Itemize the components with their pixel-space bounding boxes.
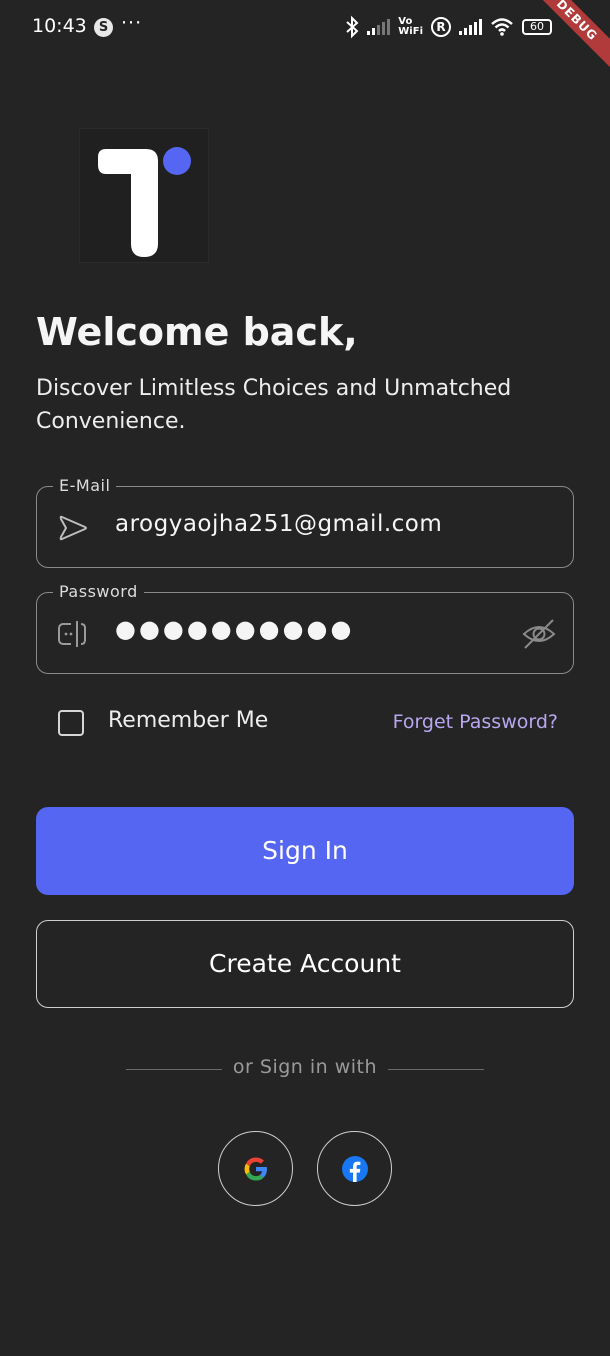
divider-line-right — [388, 1069, 484, 1070]
roaming-icon: R — [431, 17, 451, 37]
google-sign-in-button[interactable] — [218, 1131, 293, 1206]
password-field[interactable]: Password ●●●●●●●●●● — [36, 582, 574, 674]
logo-icon — [98, 147, 191, 257]
email-label: E-Mail — [53, 476, 117, 495]
bluetooth-icon — [346, 15, 359, 39]
password-value: ●●●●●●●●●● — [115, 615, 355, 643]
status-app-icon: S — [94, 18, 113, 37]
status-time: 10:43 — [32, 15, 87, 37]
create-account-button[interactable]: Create Account — [36, 920, 574, 1008]
app-logo — [79, 128, 209, 263]
status-bar: 10:43 S ··· Vo WiFi R 60 DEBUG — [0, 0, 610, 74]
vowifi-icon: Vo WiFi — [398, 16, 423, 37]
remember-me-label[interactable]: Remember Me — [108, 708, 268, 733]
divider-text: or Sign in with — [232, 1056, 378, 1078]
email-field[interactable]: E-Mail arogyaojha251@gmail.com — [36, 476, 574, 568]
send-icon — [59, 515, 87, 541]
status-icons: Vo WiFi R 60 — [345, 14, 552, 40]
password-check-icon — [58, 621, 87, 647]
sign-in-button[interactable]: Sign In — [36, 807, 574, 895]
facebook-sign-in-button[interactable] — [317, 1131, 392, 1206]
password-label: Password — [53, 582, 144, 601]
forgot-password-link[interactable]: Forget Password? — [393, 711, 558, 733]
google-icon — [244, 1157, 267, 1180]
eye-slash-icon[interactable] — [521, 617, 557, 651]
signal-icon-2 — [459, 19, 482, 35]
signal-icon — [367, 19, 391, 35]
remember-row: Remember Me Forget Password? — [58, 706, 558, 740]
email-value: arogyaojha251@gmail.com — [115, 511, 443, 537]
remember-me-checkbox[interactable] — [58, 710, 84, 736]
welcome-subtitle: Discover Limitless Choices and Unmatched… — [36, 376, 512, 434]
status-more-dots: ··· — [121, 12, 143, 34]
facebook-icon — [341, 1155, 368, 1182]
welcome-title: Welcome back, — [36, 310, 358, 354]
battery-icon: 60 — [522, 19, 552, 35]
social-divider: or Sign in with — [126, 1056, 484, 1082]
wifi-icon — [491, 18, 513, 36]
